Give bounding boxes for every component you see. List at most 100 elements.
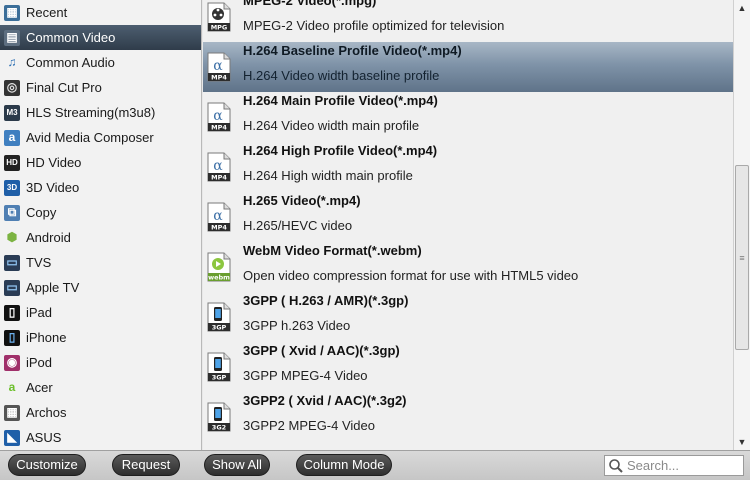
format-title: 3GPP ( Xvid / AAC)(*.3gp) xyxy=(243,343,400,358)
svg-text:MP4: MP4 xyxy=(211,124,227,132)
format-description: H.264 High width main profile xyxy=(243,168,413,183)
android-icon: ⬢ xyxy=(6,230,18,244)
sidebar-item-final-cut-pro[interactable]: ◎ Final Cut Pro xyxy=(0,75,201,100)
m3u8-icon: M3 xyxy=(4,104,20,121)
svg-text:α: α xyxy=(213,208,223,224)
format-row[interactable]: α MP4 H.264 Baseline Profile Video(*.mp4) H… xyxy=(203,42,733,92)
format-row[interactable]: webm WebM Video Format(*.webm) Open video … xyxy=(203,242,733,292)
webm-file-icon: webm xyxy=(207,252,231,282)
format-row[interactable]: α MP4 H.264 Main Profile Video(*.mp4) H.264… xyxy=(203,92,733,142)
format-description: H.264 Video width baseline profile xyxy=(243,68,440,83)
svg-text:α: α xyxy=(213,108,223,124)
format-description: 3GPP h.263 Video xyxy=(243,318,351,333)
sidebar-item-ipad[interactable]: ▯ iPad xyxy=(0,300,201,325)
sidebar-item-label: Archos xyxy=(26,405,67,420)
format-row[interactable]: 3GP 3GPP ( Xvid / AAC)(*.3gp) 3GPP MPEG-4 … xyxy=(203,342,733,392)
sidebar-item-common-audio[interactable]: ♫ Common Audio xyxy=(0,50,201,75)
3g2-file-icon: 3G2 xyxy=(207,402,231,432)
sidebar-item-android[interactable]: ⬢ Android xyxy=(0,225,201,250)
sidebar-item-label: Final Cut Pro xyxy=(26,80,102,95)
format-title: H.264 Baseline Profile Video(*.mp4) xyxy=(243,43,462,58)
apple-tv-icon: ▭ xyxy=(4,279,20,296)
format-description: H.265/HEVC video xyxy=(243,218,353,233)
svg-text:MP4: MP4 xyxy=(211,224,227,232)
sidebar-item-label: Acer xyxy=(26,380,53,395)
category-sidebar: ▦ Recent ▤ Common Video ♫ Common Audio ◎ Final … xyxy=(0,0,202,450)
sidebar-item-apple-tv[interactable]: ▭ Apple TV xyxy=(0,275,201,300)
sidebar-item-label: iPad xyxy=(26,305,53,320)
scroll-up-arrow-icon[interactable]: ▲ xyxy=(734,0,750,16)
scroll-down-arrow-icon[interactable]: ▼ xyxy=(734,434,750,450)
sidebar-item-iphone[interactable]: ▯ iPhone xyxy=(0,325,201,350)
sidebar-item-label: Recent xyxy=(26,5,68,20)
sidebar-item-hd-video[interactable]: HD HD Video xyxy=(0,150,201,175)
format-title: 3GPP2 ( Xvid / AAC)(*.3g2) xyxy=(243,393,407,408)
search-box[interactable] xyxy=(604,455,744,476)
format-description: H.264 Video width main profile xyxy=(243,118,420,133)
format-row[interactable]: 3GP 3GPP ( H.263 / AMR)(*.3gp) 3GPP h.263 … xyxy=(203,292,733,342)
sidebar-item-ipod[interactable]: ◉ iPod xyxy=(0,350,201,375)
sidebar-item-label: Copy xyxy=(26,205,57,220)
format-description: 3GPP MPEG-4 Video xyxy=(243,368,368,383)
format-row[interactable]: 3G2 3GPP2 ( Xvid / AAC)(*.3g2) 3GPP2 MPEG-… xyxy=(203,392,733,442)
format-picker-window: ▦ Recent ▤ Common Video ♫ Common Audio ◎ Final … xyxy=(0,0,750,480)
search-input[interactable] xyxy=(627,458,743,473)
customize-button[interactable]: Customize xyxy=(8,454,86,476)
sidebar-item-asus[interactable]: ◣ ASUS xyxy=(0,425,201,450)
sidebar-item-copy[interactable]: ⧉ Copy xyxy=(0,200,201,225)
iphone-icon: ▯ xyxy=(4,329,20,346)
svg-text:3G2: 3G2 xyxy=(212,424,226,432)
mp4-file-icon: αMP4 xyxy=(207,202,231,232)
show-all-button[interactable]: Show All xyxy=(204,454,270,476)
svg-text:3GP: 3GP xyxy=(212,374,227,382)
svg-text:MP4: MP4 xyxy=(211,74,227,82)
mpg-file-icon: MPG xyxy=(207,2,231,32)
sidebar-item-label: iPhone xyxy=(26,330,67,345)
sidebar-item-label: Apple TV xyxy=(26,280,80,295)
sidebar-item-label: iPod xyxy=(26,355,53,370)
archos-icon: ▦ xyxy=(4,404,20,421)
sidebar-item-label: Common Video xyxy=(26,30,116,45)
format-row[interactable]: MPG MPEG-2 Video(*.mpg) MPEG-2 Video profi… xyxy=(203,0,733,42)
sidebar-item-common-video[interactable]: ▤ Common Video xyxy=(0,25,201,50)
sidebar-item-avid-media-composer[interactable]: a Avid Media Composer xyxy=(0,125,201,150)
format-row[interactable]: α MP4 H.265 Video(*.mp4) H.265/HEVC video xyxy=(203,192,733,242)
format-description: Open video compression format for use wi… xyxy=(243,268,579,283)
copy-icon: ⧉ xyxy=(4,204,20,221)
column-mode-button[interactable]: Column Mode xyxy=(296,454,392,476)
format-title: MPEG-2 Video(*.mpg) xyxy=(243,0,377,8)
3gp-file-icon: 3GP xyxy=(207,302,231,332)
svg-text:3GP: 3GP xyxy=(212,324,227,332)
sidebar-item-label: Avid Media Composer xyxy=(26,130,154,145)
search-icon xyxy=(609,458,623,473)
format-title: H.264 Main Profile Video(*.mp4) xyxy=(243,93,438,108)
format-title: WebM Video Format(*.webm) xyxy=(243,243,422,258)
sidebar-item-label: Common Audio xyxy=(26,55,115,70)
sidebar-item-3d-video[interactable]: 3D 3D Video xyxy=(0,175,201,200)
request-button[interactable]: Request xyxy=(112,454,180,476)
avid-icon: a xyxy=(4,129,20,146)
format-row[interactable]: α MP4 H.264 High Profile Video(*.mp4) H.264… xyxy=(203,142,733,192)
svg-text:α: α xyxy=(213,58,223,74)
acer-icon: a xyxy=(8,380,16,394)
mp4-file-icon: αMP4 xyxy=(207,102,231,132)
scrollbar-thumb[interactable]: ≡ xyxy=(735,165,749,350)
3d-icon: 3D xyxy=(4,179,20,196)
sidebar-item-recent[interactable]: ▦ Recent xyxy=(0,0,201,25)
sidebar-item-archos[interactable]: ▦ Archos xyxy=(0,400,201,425)
sidebar-item-label: TVS xyxy=(26,255,52,270)
svg-text:MPG: MPG xyxy=(211,24,228,32)
hd-icon: HD xyxy=(4,154,20,171)
format-title: 3GPP ( H.263 / AMR)(*.3gp) xyxy=(243,293,409,308)
sidebar-item-tvs[interactable]: ▭ TVS xyxy=(0,250,201,275)
sidebar-item-label: Android xyxy=(26,230,71,245)
sidebar-item-label: HLS Streaming(m3u8) xyxy=(26,105,156,120)
ipad-icon: ▯ xyxy=(4,304,20,321)
final-cut-pro-icon: ◎ xyxy=(4,79,20,96)
sidebar-item-label: HD Video xyxy=(26,155,82,170)
format-list-scrollbar[interactable]: ▲ ≡ ▼ xyxy=(733,0,750,450)
sidebar-item-hls-streaming-m3u8[interactable]: M3 HLS Streaming(m3u8) xyxy=(0,100,201,125)
sidebar-item-acer[interactable]: a Acer xyxy=(0,375,201,400)
mp4-file-icon: αMP4 xyxy=(207,152,231,182)
sidebar-item-label: 3D Video xyxy=(26,180,80,195)
